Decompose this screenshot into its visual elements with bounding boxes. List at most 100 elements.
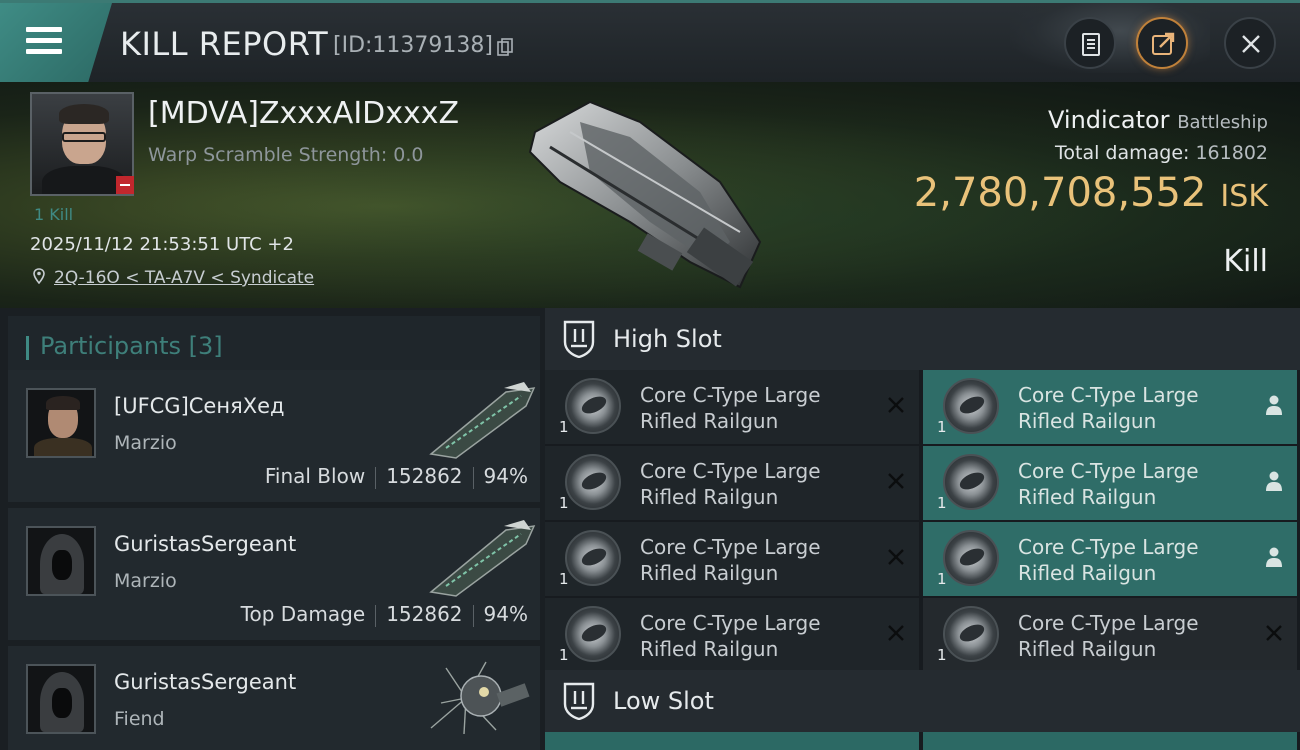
railgun-icon	[943, 454, 999, 510]
total-damage-value: 161802	[1195, 142, 1268, 164]
module-quantity: 1	[937, 418, 947, 436]
module-name: Core C-Type Large Rifled Railgun	[640, 459, 821, 509]
railgun-icon	[943, 606, 999, 662]
fitting-slots-panel: High Slot 1 Core C-Type Large Rifled Rail…	[545, 308, 1300, 750]
kill-report-window: KILL REPORT [ID:11379138] [MDVA]ZxxxAIDx…	[0, 0, 1300, 750]
railgun-icon	[565, 606, 621, 662]
kill-location-link[interactable]: 2Q-16O < TA-A7V < Syndicate	[54, 268, 314, 288]
victim-ship-class: Battleship	[1177, 112, 1268, 133]
module-quantity: 1	[937, 570, 947, 588]
isk-value: 2,780,708,552 ISK	[914, 170, 1268, 216]
module-name: Core C-Type Large Rifled Railgun	[1018, 611, 1199, 661]
destroyed-x-icon	[888, 549, 904, 565]
participant-stats: Final Blow 152862 94%	[265, 464, 528, 489]
participant-ship: Fiend	[114, 708, 165, 730]
module-name: Core C-Type Large Rifled Railgun	[640, 611, 821, 661]
participant-row[interactable]: GuristasSergeant Fiend	[8, 646, 540, 750]
person-icon	[1266, 471, 1282, 491]
high-slot-module[interactable]: 1 Core C-Type Large Rifled Railgun	[545, 522, 919, 596]
victim-ship-image	[528, 100, 762, 289]
high-slot-module[interactable]: 1 Core C-Type Large Rifled Railgun	[923, 598, 1297, 672]
warp-scramble-strength: Warp Scramble Strength: 0.0	[148, 144, 424, 166]
railgun-icon	[565, 378, 621, 434]
low-slot-header: Low Slot	[545, 670, 1300, 732]
participant-ship: Marzio	[114, 432, 177, 454]
menu-button[interactable]	[0, 3, 112, 85]
share-icon	[1152, 32, 1175, 55]
module-quantity: 1	[559, 646, 569, 664]
module-name: Core C-Type Large Rifled Railgun	[1018, 383, 1199, 433]
destroyed-x-icon	[1266, 625, 1282, 641]
close-button[interactable]	[1224, 17, 1276, 69]
low-slot-module-partial[interactable]	[545, 732, 919, 750]
participants-header[interactable]: Participants [3]	[8, 316, 540, 374]
destroyed-x-icon	[888, 397, 904, 413]
railgun-icon	[565, 530, 621, 586]
participant-damage: 152862	[386, 602, 463, 626]
victim-ship[interactable]: Vindicator Battleship	[1048, 106, 1268, 134]
participant-tag: Top Damage	[240, 602, 366, 626]
participant-name: [UFCG]СеняХед	[114, 394, 285, 418]
isk-amount: 2,780,708,552	[913, 170, 1207, 216]
module-quantity: 1	[559, 570, 569, 588]
victim-name[interactable]: [MDVA]ZxxxAIDxxxZ	[148, 96, 459, 131]
high-slot-label: High Slot	[613, 325, 722, 353]
module-name: Core C-Type Large Rifled Railgun	[1018, 535, 1199, 585]
high-slot-module[interactable]: 1 Core C-Type Large Rifled Railgun	[545, 370, 919, 444]
total-damage-label: Total damage:	[1055, 142, 1190, 164]
module-quantity: 1	[937, 494, 947, 512]
participant-row[interactable]: [UFCG]СеняХед Marzio Final Blow 152862 94%	[8, 370, 540, 502]
destroyed-x-icon	[888, 625, 904, 641]
module-quantity: 1	[937, 646, 947, 664]
kill-timestamp: 2025/11/12 21:53:51 UTC +2	[30, 234, 294, 255]
kill-count: 1 Kill	[34, 205, 74, 224]
high-slot-module[interactable]: 1 Core C-Type Large Rifled Railgun	[923, 370, 1297, 444]
railgun-icon	[565, 454, 621, 510]
participant-damage: 152862	[386, 464, 463, 488]
victim-ship-name: Vindicator	[1048, 106, 1170, 134]
participants-title: Participants [3]	[40, 332, 223, 360]
participant-ship: Marzio	[114, 570, 177, 592]
participant-name: GuristasSergeant	[114, 670, 297, 694]
railgun-icon	[943, 530, 999, 586]
report-id: [ID:11379138]	[333, 33, 493, 58]
top-bar: KILL REPORT [ID:11379138]	[0, 0, 1300, 85]
copy-icon[interactable]	[497, 38, 513, 56]
shield-slot-icon	[563, 320, 595, 358]
participant-percent: 94%	[483, 464, 528, 488]
high-slot-module[interactable]: 1 Core C-Type Large Rifled Railgun	[545, 446, 919, 520]
participant-row[interactable]: GuristasSergeant Marzio Top Damage 152862…	[8, 508, 540, 640]
participant-stats: Top Damage 152862 94%	[241, 602, 528, 627]
marzio-ship-icon	[429, 382, 536, 459]
participant-name: GuristasSergeant	[114, 532, 297, 556]
shield-slot-icon	[563, 682, 595, 720]
high-slot-header: High Slot	[545, 308, 1300, 370]
module-name: Core C-Type Large Rifled Railgun	[1018, 459, 1199, 509]
kill-result-label: Kill	[1223, 244, 1268, 279]
low-slot-module-partial[interactable]	[923, 732, 1297, 750]
page-title: KILL REPORT	[120, 25, 329, 63]
clipboard-button[interactable]	[1064, 17, 1116, 69]
participant-avatar[interactable]	[26, 526, 96, 596]
railgun-icon	[943, 378, 999, 434]
participant-percent: 94%	[483, 602, 528, 626]
module-quantity: 1	[559, 494, 569, 512]
total-damage: Total damage: 161802	[1055, 142, 1268, 164]
participant-avatar[interactable]	[26, 664, 96, 734]
close-icon	[1242, 35, 1260, 53]
module-name: Core C-Type Large Rifled Railgun	[640, 383, 821, 433]
high-slot-module[interactable]: 1 Core C-Type Large Rifled Railgun	[923, 446, 1297, 520]
marzio-ship-icon	[429, 520, 536, 597]
loss-badge	[116, 176, 134, 194]
high-slot-module[interactable]: 1 Core C-Type Large Rifled Railgun	[545, 598, 919, 672]
high-slot-module[interactable]: 1 Core C-Type Large Rifled Railgun	[923, 522, 1297, 596]
share-button[interactable]	[1136, 17, 1188, 69]
module-name: Core C-Type Large Rifled Railgun	[640, 535, 821, 585]
location-pin-icon	[33, 268, 45, 284]
participant-avatar[interactable]	[26, 388, 96, 458]
person-icon	[1266, 547, 1282, 567]
participants-panel: Participants [3] [UFCG]СеняХед Marzio Fi…	[0, 308, 545, 750]
destroyed-x-icon	[888, 473, 904, 489]
menu-icon	[26, 27, 62, 55]
fiend-ship-icon	[430, 661, 530, 735]
